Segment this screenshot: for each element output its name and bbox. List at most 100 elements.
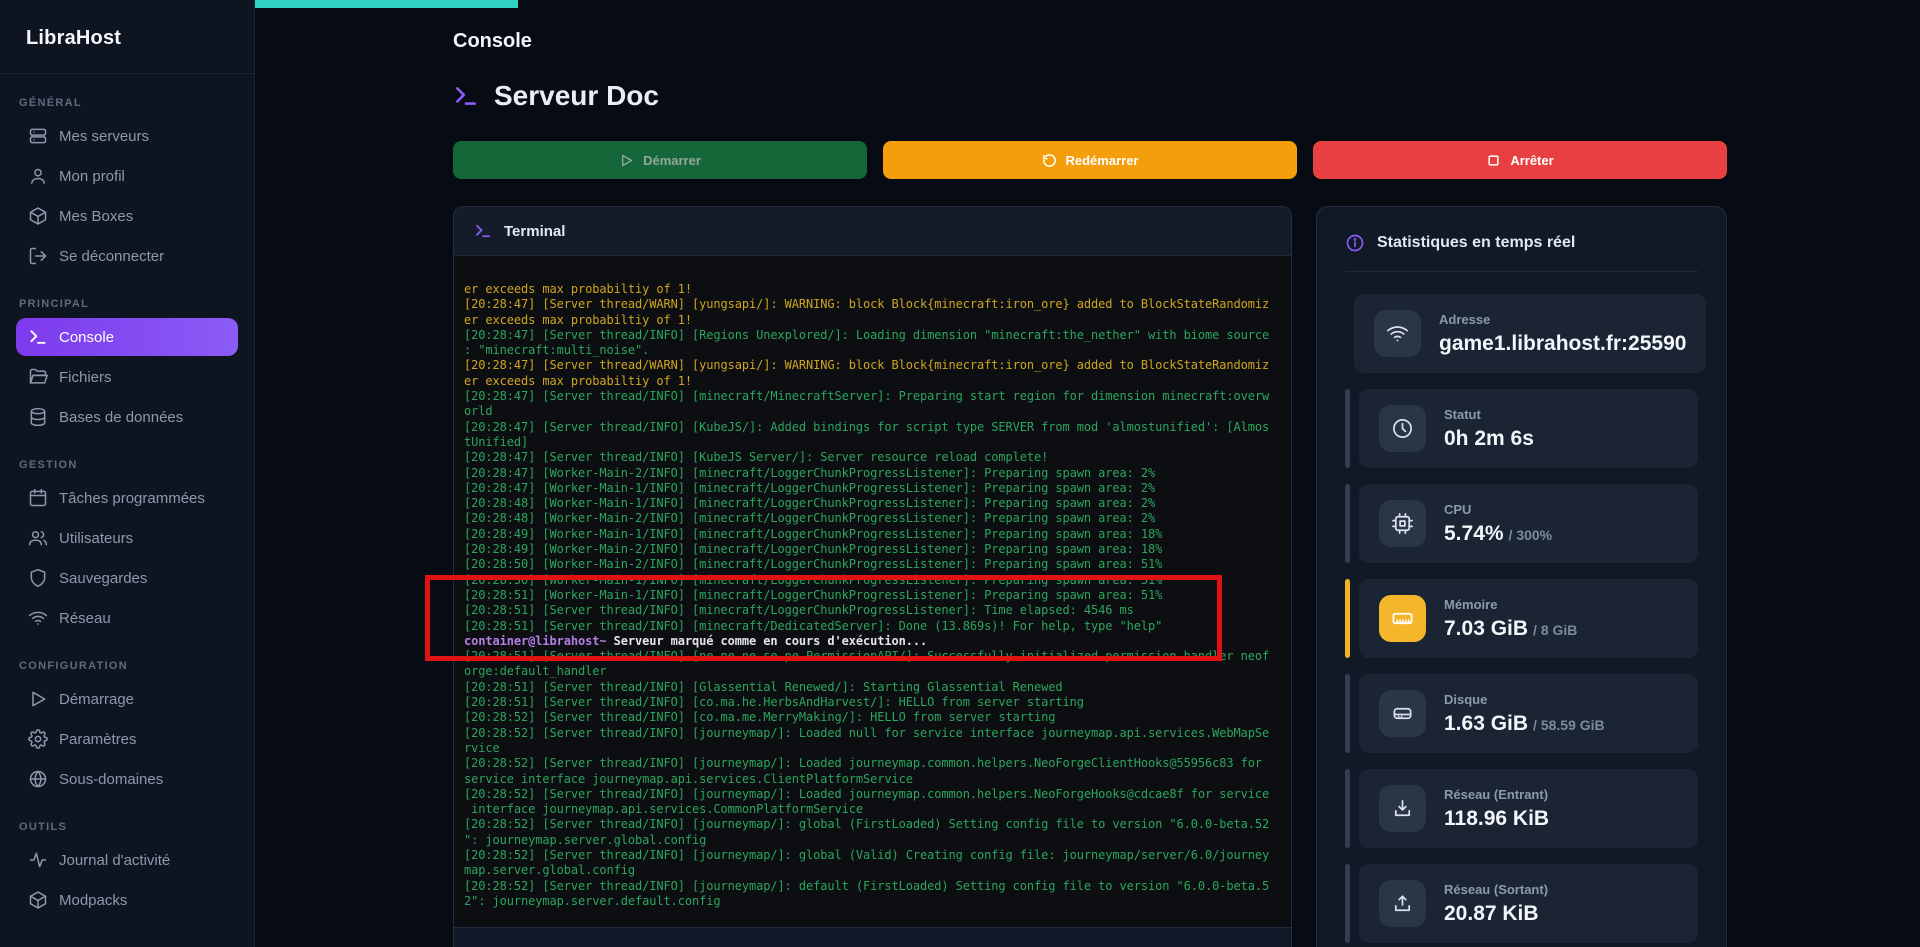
stat-label: Disque (1444, 692, 1605, 707)
box-icon (28, 206, 48, 226)
nav-section-label: GESTION (19, 459, 235, 471)
nav-section-outils: OUTILS Journal d'activitéModpacks (16, 821, 238, 919)
terminal-title: Terminal (504, 223, 565, 240)
sidebar-item-label: Sous-domaines (59, 771, 163, 788)
sidebar-item-mes-boxes[interactable]: Mes Boxes (16, 197, 238, 235)
sidebar-item-label: Se déconnecter (59, 248, 164, 265)
nav-section-general: GÉNÉRALMes serveursMon profilMes BoxesSe… (16, 97, 238, 275)
stats-header: Statistiques en temps réel (1345, 233, 1698, 272)
sidebar-item-label: Console (59, 329, 114, 346)
log-line: [20:28:47] [Worker-Main-1/INFO] [minecra… (464, 481, 1281, 496)
clock-icon (1391, 417, 1414, 440)
log-line: er exceeds max probabiltiy of 1! (464, 313, 1281, 328)
folder-icon (28, 367, 48, 387)
stat-accent-bar (1345, 769, 1350, 848)
sidebar-item-label: Utilisateurs (59, 530, 133, 547)
action-buttons-row: Démarrer Redémarrer Arrêter (453, 141, 1727, 179)
stat-label: Statut (1444, 407, 1534, 422)
sidebar-item-parametres[interactable]: Paramètres (16, 720, 238, 758)
log-line: [20:28:52] [Server thread/INFO] [journey… (464, 817, 1281, 832)
stat-value: 118.96 KiB (1444, 807, 1549, 830)
sidebar-item-reseau[interactable]: Réseau (16, 599, 238, 637)
loading-progress-bar (255, 0, 518, 8)
stat-accent-bar (1345, 864, 1350, 943)
info-icon (1345, 233, 1365, 253)
log-line: [20:28:47] [Server thread/INFO] [KubeJS … (464, 450, 1281, 465)
log-line: [20:28:51] [Server thread/INFO] [Glassen… (464, 680, 1281, 695)
stat-row-memoire: Mémoire7.03 GiB/ 8 GiB (1345, 579, 1698, 658)
stat-accent-bar (1345, 674, 1350, 753)
sidebar-item-utilisateurs[interactable]: Utilisateurs (16, 519, 238, 557)
stat-icon-box (1379, 690, 1426, 737)
stat-label: CPU (1444, 502, 1552, 517)
stat-icon-box (1374, 310, 1421, 357)
sidebar-item-taches-programmees[interactable]: Tâches programmées (16, 479, 238, 517)
stat-row-statut: Statut0h 2m 6s (1345, 389, 1698, 468)
start-button[interactable]: Démarrer (453, 141, 867, 179)
nav-section-label: CONFIGURATION (19, 660, 235, 672)
nav-section-label: OUTILS (19, 821, 235, 833)
log-line: [20:28:48] [Worker-Main-1/INFO] [minecra… (464, 496, 1281, 511)
globe-icon (28, 769, 48, 789)
stat-texts: Adressegame1.librahost.fr:25590 (1439, 312, 1686, 356)
terminal-log[interactable]: er exceeds max probabiltiy of 1![20:28:4… (454, 256, 1291, 927)
sidebar: LibraHost GÉNÉRALMes serveursMon profilM… (0, 0, 255, 947)
sidebar-item-mes-serveurs[interactable]: Mes serveurs (16, 117, 238, 155)
activity-icon (28, 850, 48, 870)
log-line: ": journeymap.server.global.config (464, 833, 1281, 848)
log-line: 2": journeymap.server.default.config (464, 894, 1281, 909)
sidebar-item-sauvegardes[interactable]: Sauvegardes (16, 559, 238, 597)
sidebar-nav: GÉNÉRALMes serveursMon profilMes BoxesSe… (16, 97, 238, 919)
database-icon (28, 407, 48, 427)
start-button-label: Démarrer (643, 153, 701, 168)
sidebar-item-journal-d-activite[interactable]: Journal d'activité (16, 841, 238, 879)
log-line: service interface journeymap.api.service… (464, 772, 1281, 787)
main-content: Console Serveur Doc Démarrer Redémarrer (453, 0, 1727, 947)
stat-label: Adresse (1439, 312, 1686, 327)
terminal-command-input-row[interactable] (454, 927, 1291, 947)
stat-suffix: / 8 GiB (1533, 622, 1577, 638)
stop-button[interactable]: Arrêter (1313, 141, 1727, 179)
log-line: [20:28:47] [Server thread/INFO] [Regions… (464, 328, 1281, 343)
calendar-icon (28, 488, 48, 508)
sidebar-item-label: Réseau (59, 610, 111, 627)
brand-logo: LibraHost (16, 0, 238, 73)
servers-icon (28, 126, 48, 146)
stat-row-cpu: CPU5.74%/ 300% (1345, 484, 1698, 563)
sidebar-item-demarrage[interactable]: Démarrage (16, 680, 238, 718)
sidebar-item-se-deconnecter[interactable]: Se déconnecter (16, 237, 238, 275)
terminal-icon (474, 222, 492, 240)
stat-card-reseau-entrant: Réseau (Entrant) 118.96 KiB (1359, 769, 1698, 848)
sidebar-item-modpacks[interactable]: Modpacks (16, 881, 238, 919)
restart-button-label: Redémarrer (1066, 153, 1139, 168)
sidebar-item-label: Démarrage (59, 691, 134, 708)
server-name: Serveur Doc (494, 80, 659, 112)
stat-row-disque: Disque1.63 GiB/ 58.59 GiB (1345, 674, 1698, 753)
sidebar-item-bases-de-donnees[interactable]: Bases de données (16, 398, 238, 436)
stat-value: 20.87 KiB (1444, 902, 1539, 925)
logout-icon (28, 246, 48, 266)
log-line: [20:28:52] [Server thread/INFO] [journey… (464, 726, 1281, 741)
sidebar-item-mon-profil[interactable]: Mon profil (16, 157, 238, 195)
sidebar-item-fichiers[interactable]: Fichiers (16, 358, 238, 396)
sidebar-item-sous-domaines[interactable]: Sous-domaines (16, 760, 238, 798)
stat-card-adresse: Adressegame1.librahost.fr:25590 (1354, 294, 1706, 373)
sidebar-item-console[interactable]: Console (16, 318, 238, 356)
stat-label: Réseau (Entrant) (1444, 787, 1549, 802)
stat-texts: Réseau (Entrant) 118.96 KiB (1444, 787, 1549, 831)
play-icon (619, 153, 634, 168)
restart-button[interactable]: Redémarrer (883, 141, 1297, 179)
sidebar-item-label: Paramètres (59, 731, 137, 748)
disk-icon (1391, 702, 1414, 725)
log-line: [20:28:47] [Server thread/WARN] [yungsap… (464, 358, 1281, 373)
log-line: [20:28:52] [Server thread/INFO] [journey… (464, 879, 1281, 894)
log-line: [20:28:51] [Server thread/INFO] [minecra… (464, 619, 1281, 634)
stat-card-cpu: CPU5.74%/ 300% (1359, 484, 1698, 563)
stat-accent-bar (1345, 579, 1350, 658)
wifi-icon (1386, 322, 1409, 345)
log-line: [20:28:52] [Server thread/INFO] [journey… (464, 848, 1281, 863)
log-line: : "minecraft:multi_noise". (464, 343, 1281, 358)
log-line: er exceeds max probabiltiy of 1! (464, 282, 1281, 297)
users-icon (28, 528, 48, 548)
stat-icon-box (1379, 500, 1426, 547)
